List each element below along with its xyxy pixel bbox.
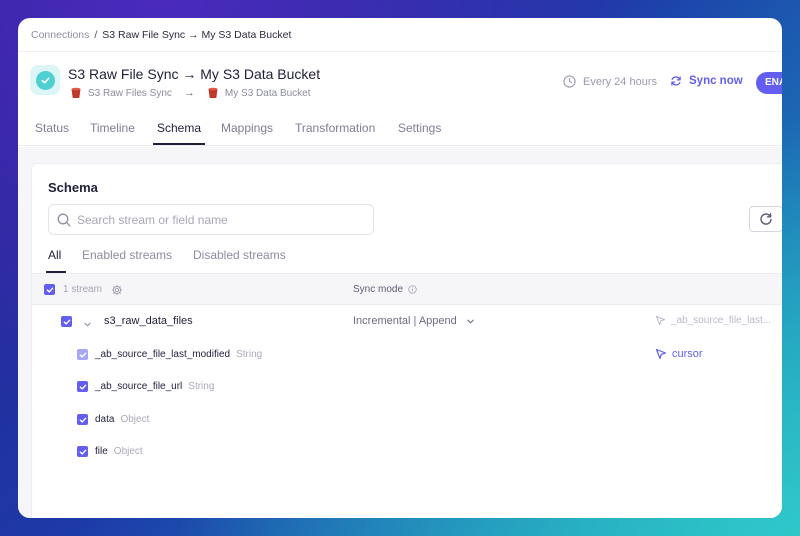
- field-checkbox[interactable]: [77, 349, 88, 360]
- sync-mode-header-label: Sync mode: [353, 284, 404, 295]
- enable-toggle-button[interactable]: ENA: [756, 72, 782, 94]
- arrow-right-icon: →: [183, 87, 195, 99]
- tab-mappings[interactable]: Mappings: [221, 121, 273, 135]
- field-row[interactable]: _ab_source_file_url String: [32, 370, 782, 402]
- schedule-label: Every 24 hours: [583, 75, 657, 88]
- field-type: String: [188, 381, 215, 392]
- field-name-label: data: [95, 414, 115, 425]
- cursor-field-indicator[interactable]: cursor: [655, 348, 703, 360]
- source-name[interactable]: S3 Raw Files Sync: [88, 88, 172, 99]
- check-icon: [63, 319, 70, 325]
- stream-name: s3_raw_data_files: [104, 315, 193, 327]
- field-name: _ab_source_file_url String: [95, 381, 214, 392]
- tab-settings[interactable]: Settings: [398, 121, 441, 135]
- cursor-pointer-icon: [655, 348, 667, 360]
- connection-tabs: Status Timeline Schema Mappings Transfor…: [18, 110, 782, 146]
- gear-icon[interactable]: [111, 283, 123, 301]
- check-icon: [46, 287, 53, 293]
- sync-mode-header: Sync mode: [353, 284, 417, 295]
- select-all-checkbox[interactable]: [44, 284, 55, 295]
- schema-title: Schema: [48, 180, 98, 195]
- tab-schema[interactable]: Schema: [157, 121, 201, 135]
- filter-tab-enabled[interactable]: Enabled streams: [82, 248, 172, 262]
- sync-mode-value: Incremental | Append: [353, 315, 457, 327]
- stream-cursor-field[interactable]: _ab_source_file_last...: [655, 315, 771, 326]
- sync-now-label: Sync now: [689, 75, 743, 87]
- chevron-down-icon[interactable]: [83, 316, 92, 334]
- sync-mode-dropdown[interactable]: Incremental | Append: [353, 315, 475, 327]
- breadcrumb-current: S3 Raw File Sync → My S3 Data Bucket: [102, 28, 292, 41]
- field-checkbox[interactable]: [77, 381, 88, 392]
- schedule-info: Every 24 hours: [563, 75, 657, 88]
- field-name-label: _ab_source_file_last_modified: [95, 349, 231, 360]
- clock-icon: [563, 75, 576, 88]
- field-type: Object: [120, 414, 150, 425]
- check-icon: [79, 417, 86, 423]
- connection-subtitle: S3 Raw Files Sync → My S3 Data Bucket: [70, 87, 311, 99]
- stream-checkbox[interactable]: [61, 316, 72, 327]
- connection-header: S3 Raw File Sync → My S3 Data Bucket S3 …: [18, 52, 782, 110]
- refresh-icon: [671, 76, 681, 86]
- tab-transformation[interactable]: Transformation: [295, 121, 375, 135]
- check-icon: [79, 352, 86, 358]
- cursor-label: cursor: [672, 348, 703, 360]
- search-icon: [57, 213, 71, 226]
- filter-tab-all[interactable]: All: [48, 248, 61, 262]
- field-name-label: _ab_source_file_url: [95, 381, 183, 392]
- field-type: Object: [113, 446, 143, 457]
- field-checkbox[interactable]: [77, 414, 88, 425]
- search-input[interactable]: [77, 212, 357, 227]
- field-name: data Object: [95, 414, 149, 425]
- chevron-down-icon: [467, 319, 474, 323]
- refresh-schema-button[interactable]: [749, 206, 782, 232]
- table-header: 1 stream Sync mode: [32, 273, 782, 305]
- stream-cursor-field-label: _ab_source_file_last...: [671, 315, 772, 326]
- field-name: file Object: [95, 446, 143, 457]
- connection-status-icon: [30, 65, 60, 95]
- tab-status[interactable]: Status: [35, 121, 69, 135]
- connection-title: S3 Raw File Sync → My S3 Data Bucket: [68, 66, 321, 82]
- field-checkbox[interactable]: [77, 446, 88, 457]
- breadcrumb-separator: /: [94, 28, 98, 41]
- filter-tab-disabled[interactable]: Disabled streams: [193, 248, 286, 262]
- stream-row[interactable]: s3_raw_data_files Incremental | Append _…: [32, 305, 782, 337]
- check-icon: [35, 70, 55, 90]
- app-window: Connections / S3 Raw File Sync → My S3 D…: [18, 18, 782, 518]
- s3-bucket-icon: [70, 87, 82, 99]
- cursor-pointer-icon: [655, 315, 666, 326]
- active-tab-indicator: [153, 143, 205, 145]
- schema-card: Schema All Enabled streams Disabled stre…: [31, 163, 782, 518]
- field-row[interactable]: _ab_source_file_last_modified String curs…: [32, 338, 782, 370]
- info-icon[interactable]: [408, 285, 417, 294]
- check-icon: [79, 449, 86, 455]
- field-name: _ab_source_file_last_modified String: [95, 349, 262, 360]
- field-row[interactable]: data Object: [32, 403, 782, 435]
- destination-name[interactable]: My S3 Data Bucket: [225, 88, 311, 99]
- s3-bucket-icon: [207, 87, 219, 99]
- field-row[interactable]: file Object: [32, 435, 782, 467]
- stream-count: 1 stream: [63, 284, 102, 295]
- refresh-icon: [760, 213, 772, 225]
- field-type: String: [236, 349, 263, 360]
- sync-now-button[interactable]: Sync now: [670, 75, 743, 87]
- search-box[interactable]: [48, 204, 374, 235]
- tab-timeline[interactable]: Timeline: [90, 121, 135, 135]
- field-name-label: file: [95, 446, 108, 457]
- breadcrumb-connections-link[interactable]: Connections: [31, 29, 89, 41]
- breadcrumb: Connections / S3 Raw File Sync → My S3 D…: [18, 18, 782, 52]
- check-icon: [79, 384, 86, 390]
